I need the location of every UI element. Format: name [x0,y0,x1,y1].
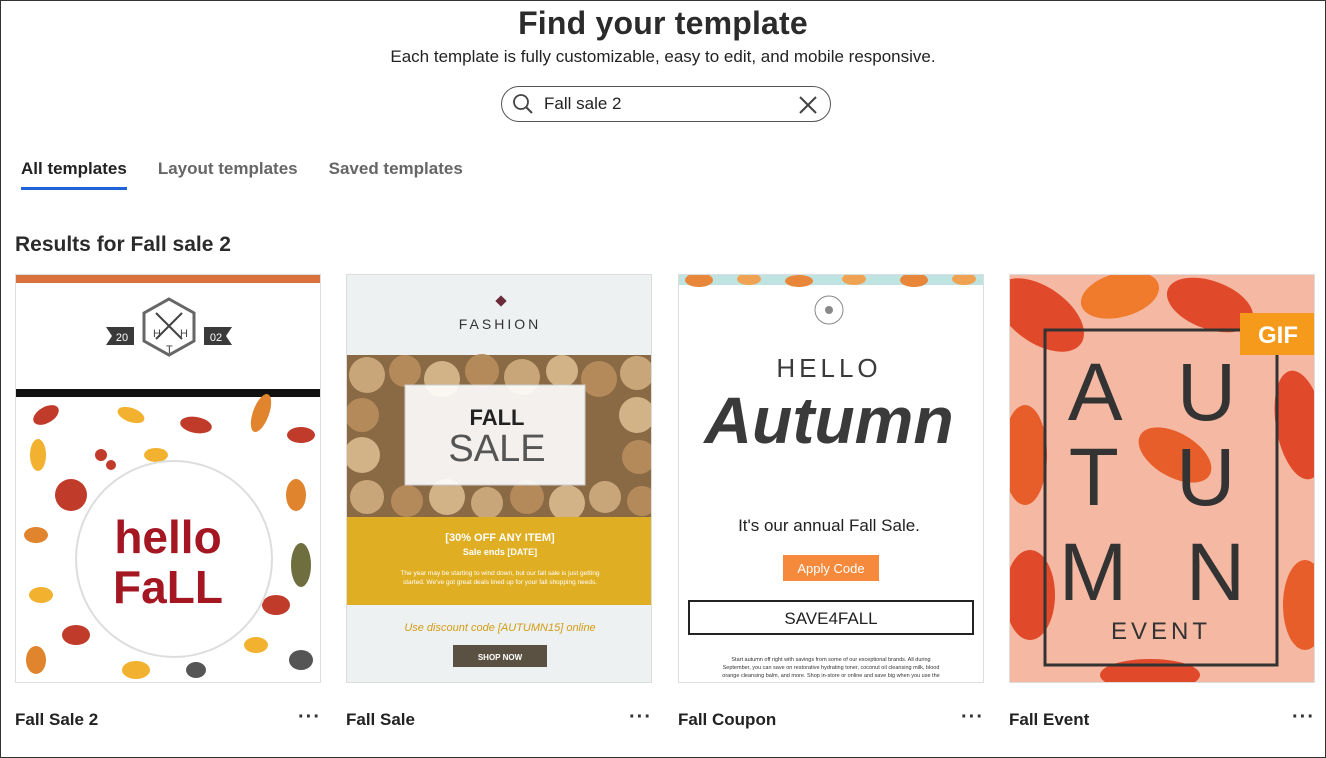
fine-print-3: orange cleansing balm, and more. Shop in… [722,673,939,679]
badge-left-text: 20 [116,332,128,344]
template-gallery-page: Find your template Each template is full… [0,0,1326,758]
card-title[interactable]: Fall Event [1009,710,1089,730]
autumn-script-text: Autumn [702,383,953,457]
template-tabs: All templates Layout templates Saved tem… [21,159,463,190]
tab-saved-templates[interactable]: Saved templates [329,159,463,190]
template-thumbnail[interactable]: HELLO Autumn It's our annual Fall Sale. … [678,274,984,683]
sale-headline: SALE [448,428,545,470]
body-text-2: started. We've got great deals lined up … [403,579,597,586]
card-title[interactable]: Fall Sale 2 [15,710,98,730]
search-input[interactable] [542,93,786,115]
card-title[interactable]: Fall Sale [346,710,415,730]
template-thumbnail[interactable]: FASHION FALL SALE [30% OFF ANY ITEM] Sal… [346,274,652,683]
page-subtitle: Each template is fully customizable, eas… [390,47,936,66]
tab-layout-templates[interactable]: Layout templates [158,159,298,190]
template-card-fall-sale-2[interactable]: 20 02 H H T hello FaLL Fall Sale 2 ··· [15,274,321,729]
page-title: Find your template [518,5,808,41]
card-footer: Fall Sale 2 ··· [15,707,321,730]
template-card-fall-event[interactable]: A U T U M N EVENT GIF Fall Event ··· [1009,274,1315,729]
tab-all-templates[interactable]: All templates [21,159,127,190]
badge-right-text: 02 [210,332,222,344]
monogram-1: H [153,328,161,340]
monogram-3: T [166,344,173,356]
gif-badge-text: GIF [1258,322,1298,349]
card-footer: Fall Event ··· [1009,707,1315,730]
monogram-2: H [180,328,188,340]
fall-text: FaLL [113,561,223,613]
sale-ends-text: Sale ends [DATE] [463,547,537,557]
offer-text: [30% OFF ANY ITEM] [445,532,555,544]
more-horizontal-icon[interactable]: ··· [1292,707,1315,728]
tagline-text: It's our annual Fall Sale. [738,516,920,535]
fall-headline: FALL [470,405,525,430]
shop-now-text: SHOP NOW [478,653,523,662]
discount-text: Use discount code [AUTUMN15] online [404,622,595,634]
results-heading: Results for Fall sale 2 [15,233,231,256]
body-text-1: The year may be starting to wind down, b… [400,570,599,577]
template-card-fall-sale[interactable]: FASHION FALL SALE [30% OFF ANY ITEM] Sal… [346,274,652,729]
autumn-row-3: M N [1059,527,1263,618]
autumn-row-2: T U [1069,432,1254,523]
more-horizontal-icon[interactable]: ··· [298,707,321,728]
hello-text: hello [114,511,221,563]
fine-print-2: September, you can save on restorative h… [723,665,940,671]
apply-code-text: Apply Code [797,561,864,576]
card-title[interactable]: Fall Coupon [678,710,776,730]
close-icon[interactable] [798,95,818,115]
card-footer: Fall Coupon ··· [678,707,984,730]
more-horizontal-icon[interactable]: ··· [961,707,984,728]
coupon-code-text: SAVE4FALL [784,609,877,628]
more-horizontal-icon[interactable]: ··· [629,707,652,728]
template-thumbnail[interactable]: 20 02 H H T hello FaLL [15,274,321,683]
autumn-row-1: A U [1068,347,1254,438]
search-icon [512,93,534,115]
brand-text: FASHION [459,316,541,332]
template-thumbnail[interactable]: A U T U M N EVENT GIF [1009,274,1315,683]
event-text: EVENT [1111,618,1211,645]
template-card-fall-coupon[interactable]: HELLO Autumn It's our annual Fall Sale. … [678,274,984,729]
search-box[interactable] [501,86,831,122]
card-footer: Fall Sale ··· [346,707,652,730]
fine-print-1: Start autumn off right with savings from… [731,657,930,663]
hello-text: HELLO [776,353,881,383]
